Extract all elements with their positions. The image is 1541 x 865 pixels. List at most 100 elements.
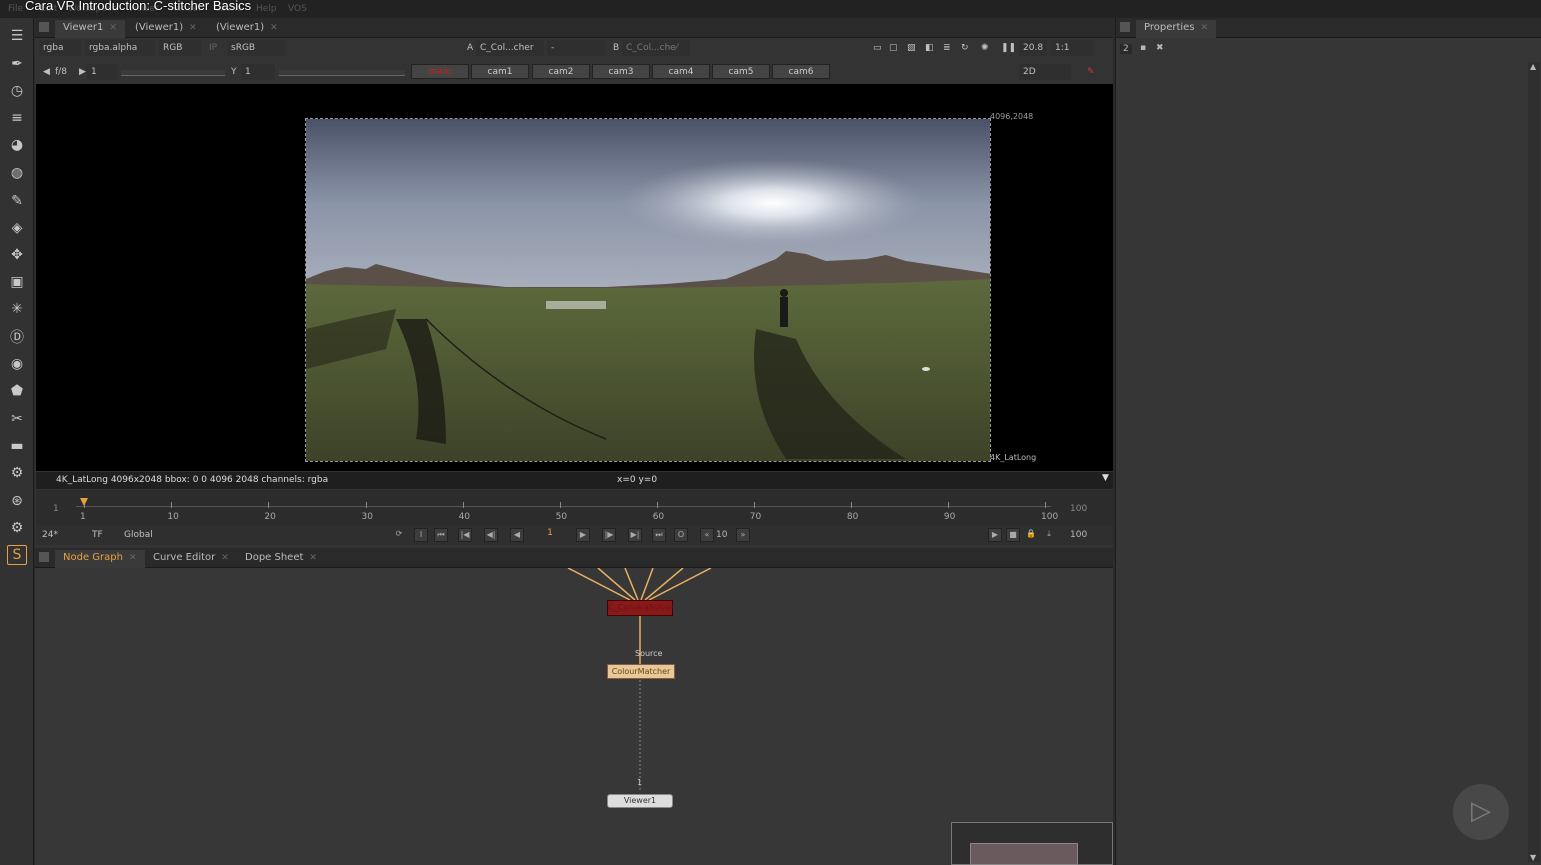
prev-key-icon[interactable]: |◀	[458, 528, 472, 542]
panel-menu-icon[interactable]	[1120, 22, 1130, 32]
tab-viewer1[interactable]: Viewer1 ✕	[55, 20, 125, 38]
colourmatcher-node[interactable]: ColourMatcher	[607, 664, 675, 679]
cam-tab-cam6[interactable]: cam6	[772, 64, 830, 79]
lut-dropdown[interactable]: sRGB	[227, 40, 285, 56]
tools-icon[interactable]: ✂	[7, 409, 27, 429]
view-mode-dropdown[interactable]: 2D	[1019, 64, 1071, 80]
tab-dope-sheet[interactable]: Dope Sheet ✕	[237, 550, 325, 568]
alpha-dropdown[interactable]: rgba.alpha	[85, 40, 155, 56]
cam-tab-cam2[interactable]: cam2	[532, 64, 590, 79]
wipe-icon[interactable]: ▨	[903, 40, 920, 56]
color-wheel-icon[interactable]: ◕	[7, 135, 27, 155]
lock-icon[interactable]: 🔒	[1024, 528, 1038, 542]
menu-vos[interactable]: VOS	[288, 4, 307, 14]
cam-tab-cam5[interactable]: cam5	[712, 64, 770, 79]
last-frame-icon[interactable]: ⏭	[652, 528, 666, 542]
scroll-down-icon[interactable]: ▼	[1530, 853, 1536, 862]
play-back-icon[interactable]: ◀	[510, 528, 524, 542]
scroll-up-icon[interactable]: ▲	[1530, 62, 1536, 71]
compare-op-dropdown[interactable]: -	[547, 40, 605, 56]
tab-node-graph[interactable]: Node Graph ✕	[55, 550, 145, 568]
play-icon[interactable]: ▶	[576, 528, 590, 542]
close-icon[interactable]: ✕	[109, 23, 117, 33]
timeline-end[interactable]: 100	[1070, 504, 1087, 514]
tab-curve-editor[interactable]: Curve Editor ✕	[145, 550, 237, 568]
eye-icon[interactable]: ◉	[7, 354, 27, 374]
step-forward-icon[interactable]: »	[736, 528, 750, 542]
draw-icon[interactable]: ✎	[7, 191, 27, 211]
flipbook-icon[interactable]: ▶	[988, 528, 1002, 542]
step-field[interactable]: 10	[716, 530, 727, 540]
compass-icon[interactable]: ⊛	[7, 491, 27, 511]
close-icon[interactable]: ✕	[129, 553, 137, 563]
panel-menu-icon[interactable]: ☰	[7, 26, 27, 46]
channels-dropdown[interactable]: rgba	[39, 40, 81, 56]
next-key-icon[interactable]: ▶|	[628, 528, 642, 542]
close-icon[interactable]: ✕	[270, 23, 278, 33]
timeline[interactable]: 1 1 10 20 30 40 50 60 70 80 90 100 100	[36, 490, 1113, 526]
panel-menu-icon[interactable]	[39, 22, 49, 32]
step-back-icon[interactable]: «	[700, 528, 714, 542]
channel-icon[interactable]: ◍	[7, 163, 27, 183]
stack-icon[interactable]: ◈	[7, 218, 27, 238]
plugin-icon[interactable]: ⚙	[7, 463, 27, 483]
tf-dropdown[interactable]: TF	[88, 527, 107, 543]
gamma-field[interactable]: 1	[241, 64, 275, 80]
tab-viewer1-copy2[interactable]: (Viewer1) ✕	[208, 20, 286, 38]
lines-icon[interactable]: ≣	[939, 40, 955, 56]
close-icon[interactable]: ✕	[1201, 23, 1209, 33]
close-icon[interactable]: ✕	[189, 23, 197, 33]
cam-tab-cam3[interactable]: cam3	[592, 64, 650, 79]
ip-toggle[interactable]: IP	[205, 40, 221, 56]
fstop-label[interactable]: f/8	[51, 64, 71, 80]
minimap-viewport[interactable]	[970, 843, 1078, 865]
close-icon[interactable]: ✕	[221, 553, 229, 563]
node-graph-minimap[interactable]	[951, 822, 1113, 865]
record-icon[interactable]: ■	[1006, 528, 1020, 542]
properties-scrollbar[interactable]: ▲ ▼	[1528, 62, 1540, 862]
scope-dropdown[interactable]: Global	[120, 527, 157, 543]
stitch-node[interactable]: C_CameraSolver	[607, 600, 674, 616]
overlay-icon[interactable]: ◧	[921, 40, 938, 56]
roi-icon[interactable]: ▭	[869, 40, 886, 56]
first-frame-icon[interactable]: ⏮	[434, 528, 448, 542]
deep-icon[interactable]: Ⓓ	[7, 327, 27, 347]
viewer-node[interactable]: Viewer1	[607, 794, 673, 808]
timeline-start[interactable]: 1	[53, 504, 59, 514]
panel-menu-icon[interactable]	[39, 552, 49, 562]
pause-icon[interactable]: ❚❚	[997, 40, 1020, 56]
b-input-dropdown[interactable]: C_Col...che⁄	[622, 40, 690, 56]
cam-tab-cam4[interactable]: cam4	[652, 64, 710, 79]
cam-tab-main[interactable]: main	[411, 64, 469, 79]
frame-field[interactable]: 1	[536, 528, 564, 542]
display-dropdown[interactable]: RGB	[159, 40, 201, 56]
clear-panels-icon[interactable]: ✖	[1156, 43, 1164, 53]
in-point-icon[interactable]: I	[414, 528, 428, 542]
tag-icon[interactable]: ⬟	[7, 381, 27, 401]
gamma-slider[interactable]	[279, 70, 405, 76]
out-point-icon[interactable]: O	[674, 528, 688, 542]
a-input-dropdown[interactable]: C_Col...cher	[476, 40, 544, 56]
gain-field[interactable]: 1	[87, 64, 117, 80]
next-frame-icon[interactable]: |▶	[602, 528, 616, 542]
node-graph-panel[interactable]: Node Graph ✕ Curve Editor ✕ Dope Sheet ✕ C_…	[35, 548, 1113, 865]
cara-vr-icon[interactable]: S	[7, 545, 27, 565]
playhead-marker[interactable]	[80, 498, 88, 506]
tab-viewer1-copy[interactable]: (Viewer1) ✕	[127, 20, 205, 38]
close-icon[interactable]: ✕	[309, 553, 317, 563]
prev-frame-icon[interactable]: ◀|	[484, 528, 498, 542]
ratio-dropdown[interactable]: 1:1	[1051, 40, 1093, 56]
lock-icon[interactable]: ▪	[1140, 43, 1146, 53]
timeline-track[interactable]	[76, 506, 1051, 507]
refresh-icon[interactable]: ↻	[957, 40, 973, 56]
transform-icon[interactable]: ✥	[7, 245, 27, 265]
tab-properties[interactable]: Properties ✕	[1136, 20, 1217, 38]
settings-icon[interactable]: ⚙	[7, 518, 27, 538]
end-frame-field[interactable]: 100	[1070, 530, 1087, 540]
frame-icon[interactable]: ▢	[885, 40, 902, 56]
menu-help[interactable]: Help	[256, 4, 277, 14]
paint-icon[interactable]: ✎	[1083, 64, 1099, 80]
chevron-down-icon[interactable]: ▼	[1102, 473, 1109, 483]
render-icon[interactable]: ✺	[977, 40, 993, 56]
layers-list-icon[interactable]: ≡	[7, 108, 27, 128]
